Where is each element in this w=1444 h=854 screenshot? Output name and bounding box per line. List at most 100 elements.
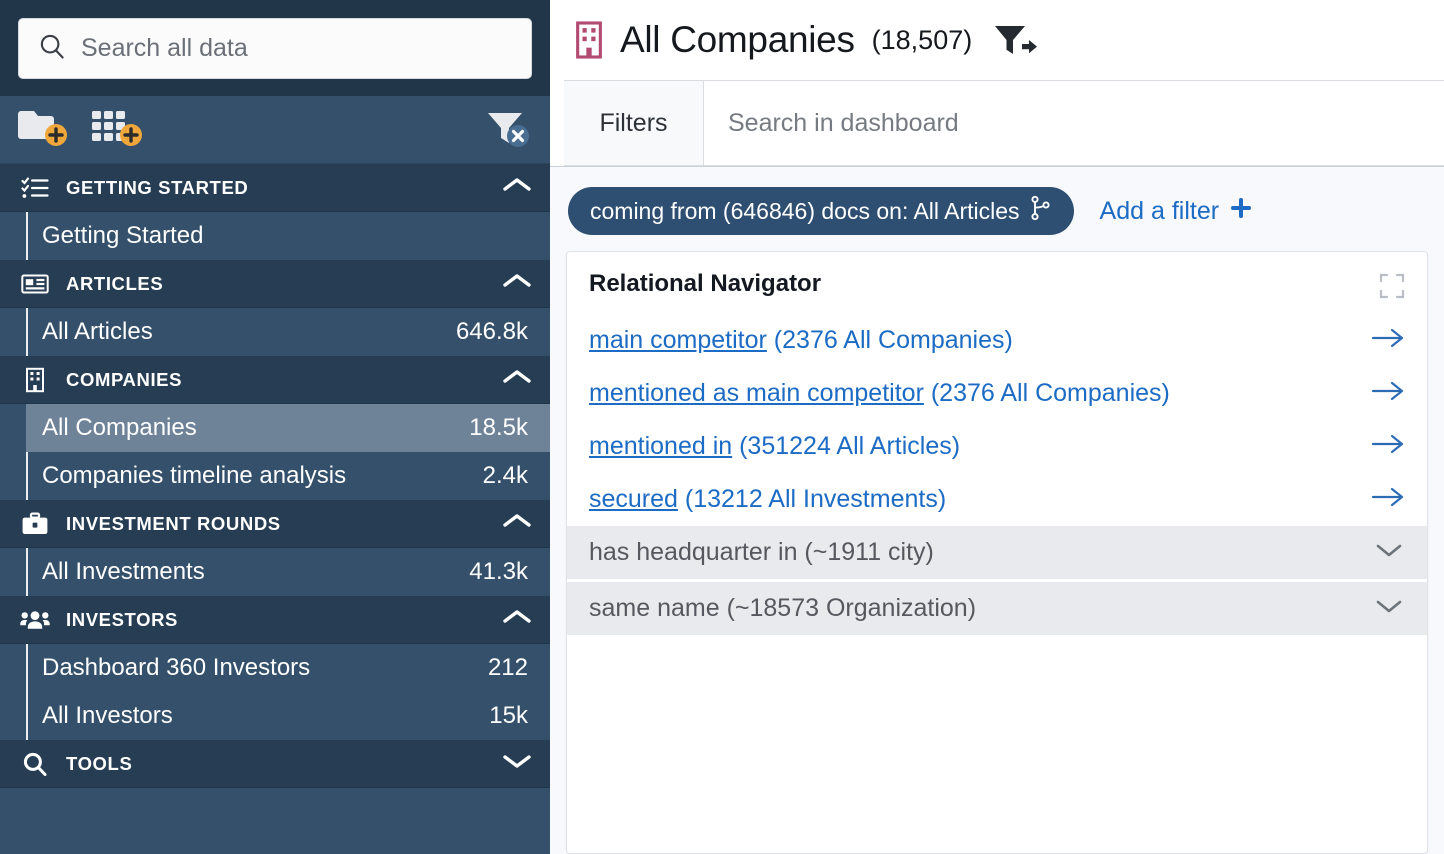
relation-row[interactable]: mentioned as main competitor (2376 All C…: [567, 367, 1427, 420]
sidebar-section-items-getting-started: Getting Started: [0, 212, 550, 260]
item-count: 2.4k: [483, 462, 528, 490]
panel-header: Relational Navigator: [567, 252, 1427, 304]
page-title: All Companies: [620, 19, 855, 61]
arrow-right-icon[interactable]: [1371, 484, 1405, 515]
relation-text: has headquarter in (~1911 city): [589, 538, 1361, 567]
relation-row[interactable]: secured (13212 All Investments): [567, 473, 1427, 526]
building-icon: [572, 20, 606, 60]
relations-list: main competitor (2376 All Companies) men…: [567, 304, 1427, 638]
sidebar-item-all-articles[interactable]: All Articles 646.8k: [26, 308, 550, 356]
relation-text: mentioned as main competitor (2376 All C…: [589, 379, 1359, 408]
item-count: 18.5k: [469, 414, 528, 442]
item-label: All Companies: [42, 414, 469, 442]
sidebar-section-items-investors: Dashboard 360 Investors 212 All Investor…: [0, 644, 550, 740]
tab-filters[interactable]: Filters: [564, 81, 704, 165]
chevron-up-icon[interactable]: [502, 176, 532, 199]
arrow-right-icon[interactable]: [1371, 378, 1405, 409]
chevron-up-icon[interactable]: [502, 368, 532, 391]
new-folder-button[interactable]: [16, 108, 72, 151]
expand-icon[interactable]: [1379, 270, 1405, 304]
item-count: 646.8k: [456, 318, 528, 346]
sidebar-section-tools[interactable]: TOOLS: [0, 740, 550, 788]
arrow-right-icon[interactable]: [1371, 431, 1405, 462]
relation-row-collapsed[interactable]: has headquarter in (~1911 city): [567, 526, 1427, 579]
relation-text: secured (13212 All Investments): [589, 485, 1359, 514]
relation-row[interactable]: main competitor (2376 All Companies): [567, 314, 1427, 367]
chevron-down-icon[interactable]: [502, 752, 532, 775]
sidebar-item-dashboard-360-investors[interactable]: Dashboard 360 Investors 212: [26, 644, 550, 692]
relation-name: same name: [589, 594, 720, 622]
funnel-arrow-icon[interactable]: [992, 21, 1040, 59]
relation-text: main competitor (2376 All Companies): [589, 326, 1359, 355]
relation-name: mentioned as main competitor: [589, 379, 924, 407]
relation-name: secured: [589, 485, 678, 513]
relation-text: same name (~18573 Organization): [589, 594, 1361, 623]
item-count: 41.3k: [469, 558, 528, 586]
app-root: GETTING STARTED Getting Started: [0, 0, 1444, 854]
sidebar-section-getting-started[interactable]: GETTING STARTED: [0, 164, 550, 212]
newspaper-icon: [20, 273, 50, 295]
sidebar-item-getting-started[interactable]: Getting Started: [26, 212, 550, 260]
active-filter-pill[interactable]: coming from (646846) docs on: All Articl…: [568, 187, 1074, 235]
relation-name: main competitor: [589, 326, 767, 354]
plus-icon: [1229, 196, 1253, 227]
section-label: GETTING STARTED: [66, 177, 486, 199]
sidebar-toolbar: [0, 96, 550, 164]
chevron-down-icon[interactable]: [1373, 595, 1405, 622]
sidebar-section-investment-rounds[interactable]: INVESTMENT ROUNDS: [0, 500, 550, 548]
chevron-up-icon[interactable]: [502, 272, 532, 295]
item-label: All Investors: [42, 702, 489, 730]
sidebar-item-all-companies[interactable]: All Companies 18.5k: [26, 404, 550, 452]
magnifier-icon: [20, 750, 50, 778]
relation-detail: (~1911 city): [797, 538, 933, 566]
add-filter-button[interactable]: Add a filter: [1100, 196, 1254, 227]
clear-filters-button[interactable]: [482, 107, 534, 152]
arrow-right-icon[interactable]: [1371, 325, 1405, 356]
relation-name: mentioned in: [589, 432, 732, 460]
active-filters-row: coming from (646846) docs on: All Articl…: [566, 187, 1428, 251]
sidebar-item-all-investors[interactable]: All Investors 15k: [26, 692, 550, 740]
building-icon: [20, 367, 50, 393]
chevron-up-icon[interactable]: [502, 608, 532, 631]
relation-text: mentioned in (351224 All Articles): [589, 432, 1359, 461]
dashboard-search-input[interactable]: [728, 109, 1444, 138]
people-icon: [20, 609, 50, 631]
sidebar-nav: GETTING STARTED Getting Started: [0, 164, 550, 854]
section-label: COMPANIES: [66, 369, 486, 391]
dashboard-header: All Companies (18,507): [550, 0, 1444, 80]
folder-plus-icon: [16, 108, 72, 151]
relation-detail: (~18573 Organization): [720, 594, 976, 622]
sidebar-section-items-companies: All Companies 18.5k Companies timeline a…: [0, 404, 550, 500]
checklist-icon: [20, 176, 50, 200]
sidebar-item-all-investments[interactable]: All Investments 41.3k: [26, 548, 550, 596]
section-label: ARTICLES: [66, 273, 486, 295]
item-label: Companies timeline analysis: [42, 462, 483, 490]
graph-branch-icon: [1030, 195, 1052, 227]
relational-navigator-panel: Relational Navigator main competitor (23…: [566, 251, 1428, 854]
sidebar-item-companies-timeline-analysis[interactable]: Companies timeline analysis 2.4k: [26, 452, 550, 500]
section-label: INVESTORS: [66, 609, 486, 631]
sidebar-section-articles[interactable]: ARTICLES: [0, 260, 550, 308]
new-dashboard-button[interactable]: [90, 108, 146, 151]
sidebar-section-investors[interactable]: INVESTORS: [0, 596, 550, 644]
relation-row[interactable]: mentioned in (351224 All Articles): [567, 420, 1427, 473]
relation-detail: (2376 All Companies): [924, 379, 1170, 407]
grid-plus-icon: [90, 108, 146, 151]
relation-row-collapsed[interactable]: same name (~18573 Organization): [567, 582, 1427, 635]
chevron-up-icon[interactable]: [502, 512, 532, 535]
briefcase-icon: [20, 512, 50, 536]
search-all-data-box[interactable]: [18, 18, 532, 79]
item-label: All Investments: [42, 558, 469, 586]
sidebar-search-area: [0, 0, 550, 96]
relation-detail: (13212 All Investments): [678, 485, 946, 513]
section-label: INVESTMENT ROUNDS: [66, 513, 486, 535]
chevron-down-icon[interactable]: [1373, 539, 1405, 566]
sidebar-section-items-articles: All Articles 646.8k: [0, 308, 550, 356]
add-filter-label: Add a filter: [1100, 197, 1220, 226]
panel-title: Relational Navigator: [589, 270, 1379, 298]
dashboard-search-area: [704, 81, 1444, 165]
search-input[interactable]: [81, 34, 513, 63]
relation-detail: (351224 All Articles): [732, 432, 960, 460]
sidebar-section-companies[interactable]: COMPANIES: [0, 356, 550, 404]
relation-name: has headquarter in: [589, 538, 797, 566]
